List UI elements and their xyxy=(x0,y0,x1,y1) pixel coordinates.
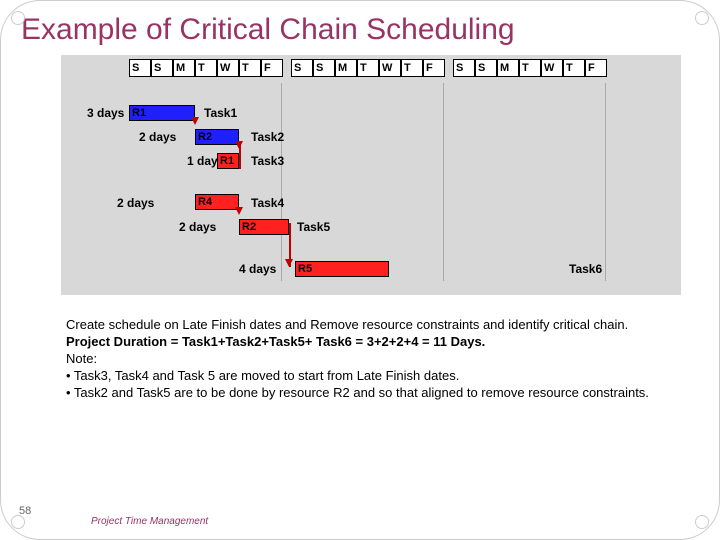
day-cell: T xyxy=(239,59,261,77)
task-row: 1 day R1 Task3 xyxy=(69,149,673,173)
day-cell: W xyxy=(541,59,563,77)
note-line: • Task3, Task4 and Task 5 are moved to s… xyxy=(66,368,699,385)
day-cell: S xyxy=(129,59,151,77)
day-cell: S xyxy=(453,59,475,77)
task-name: Task6 xyxy=(569,262,602,276)
day-cell: T xyxy=(195,59,217,77)
day-cell: M xyxy=(335,59,357,77)
note-line: Project Duration = Task1+Task2+Task5+ Ta… xyxy=(66,334,699,351)
task-name: Task2 xyxy=(251,130,284,144)
day-cell: T xyxy=(357,59,379,77)
duration-label: 4 days xyxy=(239,262,276,276)
day-cell: T xyxy=(401,59,423,77)
day-cell: M xyxy=(173,59,195,77)
gantt-chart: S S M T W T F S S M T W T F S S M T W T … xyxy=(61,55,681,295)
note-line: Note: xyxy=(66,351,699,368)
task-row: 3 days R1 Task1 xyxy=(69,101,673,125)
task-bar: R1 xyxy=(217,153,239,169)
day-cell: F xyxy=(423,59,445,77)
task-name: Task1 xyxy=(204,106,237,120)
task-bar: R4 xyxy=(195,194,239,210)
task-row: 2 days R2 Task5 xyxy=(69,215,673,239)
task-name: Task3 xyxy=(251,154,284,168)
task-bar: R2 xyxy=(195,129,239,145)
task-bar: R2 xyxy=(239,219,289,235)
day-cell: T xyxy=(563,59,585,77)
day-header: S S M T W T F S S M T W T F S S M T W T … xyxy=(129,59,673,77)
day-cell: S xyxy=(291,59,313,77)
day-cell: W xyxy=(379,59,401,77)
task-row: 2 days R4 Task4 xyxy=(69,191,673,215)
page-title: Example of Critical Chain Scheduling xyxy=(21,13,699,47)
day-cell: S xyxy=(151,59,173,77)
task-row: 4 days R5 Task6 xyxy=(69,257,673,281)
duration-label: 2 days xyxy=(117,196,154,210)
footer-text: Project Time Management xyxy=(91,516,208,527)
day-cell: M xyxy=(497,59,519,77)
day-cell: W xyxy=(217,59,239,77)
dependency-line xyxy=(239,143,241,169)
duration-label: 3 days xyxy=(87,106,124,120)
day-cell: T xyxy=(519,59,541,77)
day-cell: S xyxy=(475,59,497,77)
task-name: Task5 xyxy=(297,220,330,234)
duration-label: 2 days xyxy=(139,130,176,144)
day-cell: F xyxy=(585,59,607,77)
duration-label: 2 days xyxy=(179,220,216,234)
page-number: 58 xyxy=(19,505,31,517)
task-name: Task4 xyxy=(251,196,284,210)
note-line: Create schedule on Late Finish dates and… xyxy=(66,317,699,334)
task-bar: R1 xyxy=(129,105,195,121)
task-bar: R5 xyxy=(295,261,389,277)
arrow-icon xyxy=(191,117,199,125)
notes-block: Create schedule on Late Finish dates and… xyxy=(66,317,699,401)
task-row: 2 days R2 Task2 xyxy=(69,125,673,149)
duration-label: 1 day xyxy=(187,154,218,168)
day-cell: F xyxy=(261,59,283,77)
arrow-icon xyxy=(235,207,243,215)
day-cell: S xyxy=(313,59,335,77)
note-line: • Task2 and Task5 are to be done by reso… xyxy=(66,385,699,402)
